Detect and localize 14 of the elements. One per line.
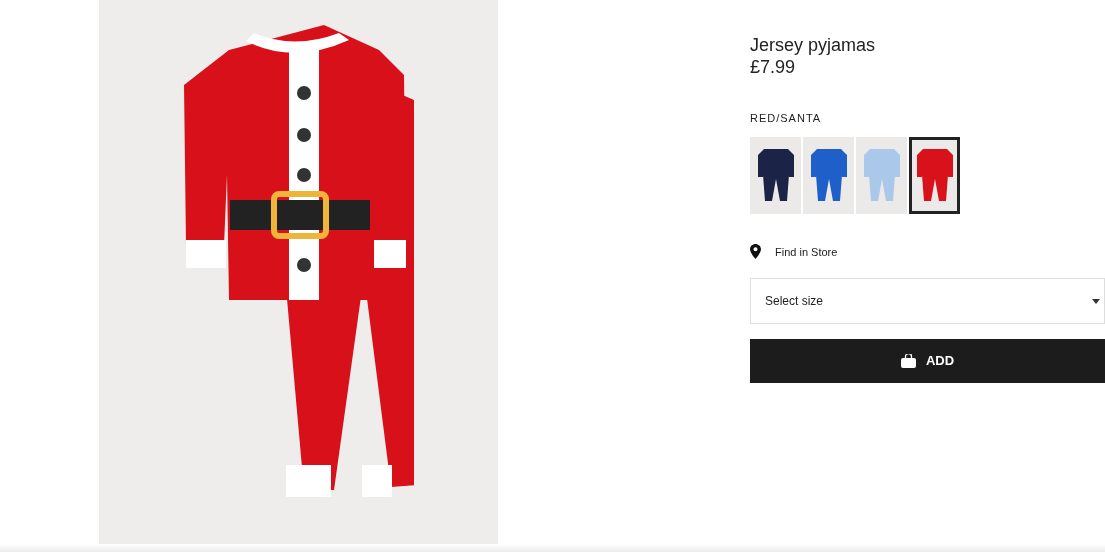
find-in-store-link[interactable]: Find in Store (775, 243, 838, 260)
color-swatch[interactable] (750, 136, 801, 214)
shopping-bag-icon (900, 354, 916, 368)
caret-icon (1092, 298, 1100, 304)
location-pin-icon (750, 244, 761, 260)
add-button[interactable]: ADD (750, 339, 1105, 383)
color-swatch[interactable] (803, 136, 854, 214)
color-label: RED/SANTA (750, 111, 823, 126)
size-select[interactable]: Select size (750, 278, 1105, 324)
color-swatch[interactable] (909, 136, 960, 214)
product-price: £7.99 (750, 56, 797, 78)
product-title: Jersey pyjamas (750, 34, 877, 56)
color-swatch[interactable] (856, 136, 907, 214)
size-placeholder: Select size (765, 293, 824, 310)
